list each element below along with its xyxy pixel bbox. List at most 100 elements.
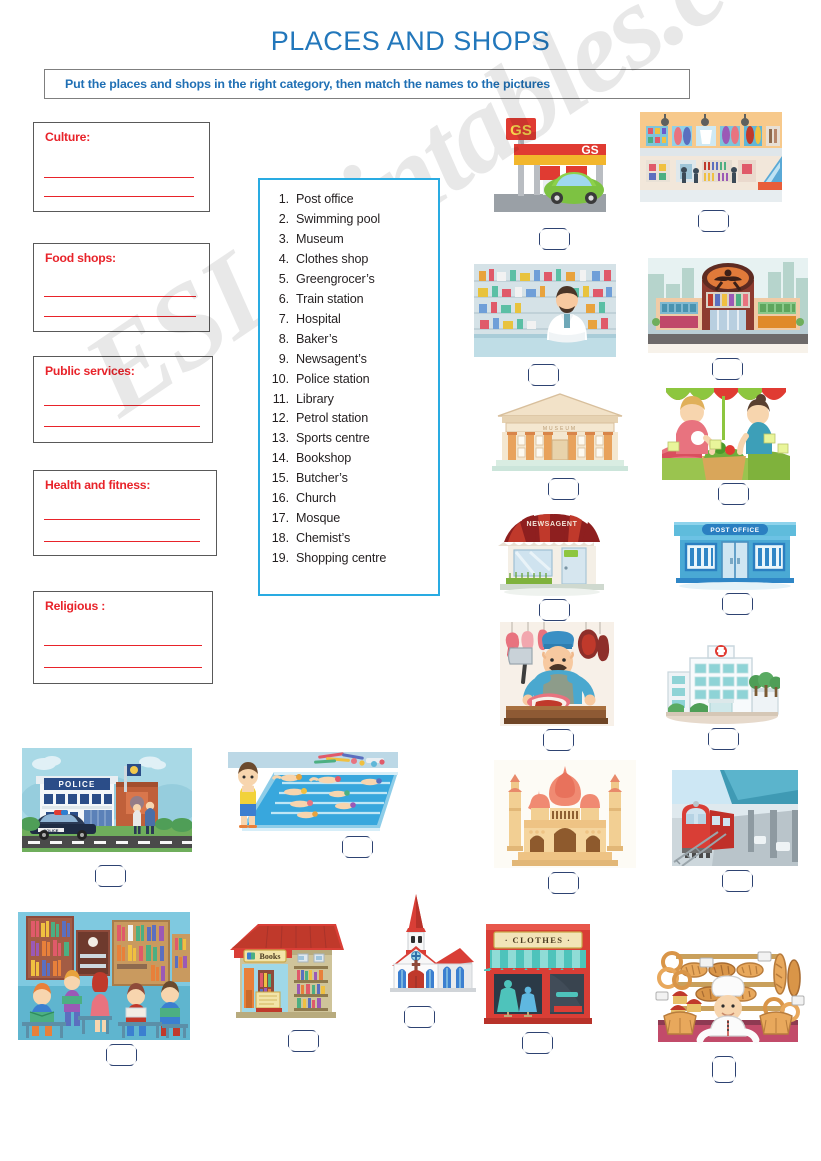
answer-box-petrol-station[interactable] [539,228,570,250]
baguettes-right [773,953,801,997]
word-list-number: 17. [271,511,289,526]
answer-line[interactable] [44,645,202,646]
answer-box-police-station[interactable] [95,865,126,887]
word-list-number: 9. [278,351,289,366]
word-list-item[interactable]: 3. Museum [260,230,438,250]
word-list-item[interactable]: 10. Police station [260,370,438,390]
answer-box-butchers[interactable] [543,729,574,751]
category-label: Health and fitness: [45,478,151,492]
category-box-food-shops: Food shops: [33,243,210,332]
picture-tile-church [376,890,476,1028]
answer-line[interactable] [44,296,196,297]
answer-box-mosque[interactable] [548,872,579,894]
answer-box-train-station[interactable] [722,870,753,892]
vendor-figure [737,394,772,455]
word-list-item[interactable]: 16. Church [260,489,438,509]
word-list-item[interactable]: 18. Chemist’s [260,529,438,549]
answer-line[interactable] [44,196,194,197]
greengrocers-illustration [662,388,790,480]
chemists-illustration [474,264,616,357]
word-list-item[interactable]: 12. Petrol station [260,409,438,429]
picture-tile-hospital [664,636,780,750]
category-box-public-services: Public services: [33,356,213,443]
word-list-label: Swimming pool [296,211,381,226]
word-list-number: 4. [278,251,289,266]
answer-box-newsagents[interactable] [539,599,570,621]
picture-tile-museum: MUSEUM [492,392,628,500]
clothes-sign: · CLOTHES · [505,935,571,945]
answer-box-chemists[interactable] [528,364,559,386]
word-list-label: Library [296,391,334,406]
museum-sign: MUSEUM [543,426,577,432]
answer-box-bakers[interactable] [712,1056,736,1083]
train-station-illustration [672,770,798,866]
answer-box-church[interactable] [404,1006,435,1028]
word-list-label: Butcher’s [296,471,348,486]
word-list-item[interactable]: 2. Swimming pool [260,210,438,230]
answer-box-library[interactable] [106,1044,137,1066]
category-box-health-and-fitness: Health and fitness: [33,470,217,556]
sports-centre-illustration [648,258,808,353]
police-sign: POLICE [59,780,96,789]
answer-line[interactable] [44,541,200,542]
museum-illustration: MUSEUM [492,393,628,471]
shopper-figure [676,396,716,455]
word-list-label: Clothes shop [296,251,369,266]
word-list-item[interactable]: 19. Shopping centre [260,549,438,569]
answer-line[interactable] [44,426,200,427]
category-label: Public services: [45,364,135,378]
answer-line[interactable] [44,405,200,406]
word-list-item[interactable]: 15. Butcher’s [260,469,438,489]
answer-box-post-office[interactable] [722,593,753,615]
word-list-item[interactable]: 11. Library [260,390,438,410]
word-list-item[interactable]: 17. Mosque [260,509,438,529]
word-list-box: 1. Post office 2. Swimming pool 3. Museum 4. Cl… [258,178,440,596]
word-list-item[interactable]: 8. Baker’s [260,330,438,350]
picture-tile-petrol-station: GS GS [490,110,610,250]
bakers-illustration [655,951,805,1044]
word-list-label: Newsagent’s [296,351,367,366]
word-list-number: 14. [271,451,289,466]
picture-tile-sports-centre [648,258,808,380]
answer-box-greengrocers[interactable] [718,483,749,505]
answer-box-bookshop[interactable] [288,1030,319,1052]
post-office-illustration: POST OFFICE [674,522,796,590]
word-list-number: 10. [271,371,289,386]
word-list-item[interactable]: 13. Sports centre [260,429,438,449]
answer-box-sports-centre[interactable] [712,358,743,380]
category-label: Culture: [45,130,91,144]
word-list-label: Mosque [296,511,341,526]
answer-line[interactable] [44,519,200,520]
word-list-label: Museum [296,231,344,246]
answer-line[interactable] [44,667,202,668]
answer-box-hospital[interactable] [708,728,739,750]
page-title: PLACES AND SHOPS [270,26,551,56]
picture-tile-chemists [474,264,616,386]
word-list-number: 7. [278,311,289,326]
answer-line[interactable] [44,316,196,317]
word-list-label: Shopping centre [296,551,387,566]
word-list-item[interactable]: 14. Bookshop [260,449,438,469]
word-list-label: Hospital [296,311,341,326]
word-list-item[interactable]: 6. Train station [260,290,438,310]
word-list-label: Chemist’s [296,531,351,546]
picture-tile-mosque [494,760,636,894]
bookshop-illustration: Books [230,924,344,1018]
word-list-item[interactable]: 9. Newsagent’s [260,350,438,370]
instruction-box: Put the places and shops in the right ca… [44,69,690,99]
newsagent-sign: NEWSAGENT [527,521,578,528]
word-list-item[interactable]: 1. Post office [260,190,438,210]
picture-tile-bookshop: Books [226,918,348,1052]
word-list-item[interactable]: 5. Greengrocer’s [260,270,438,290]
post-office-sign: POST OFFICE [710,527,759,534]
answer-box-clothes-shop[interactable] [522,1032,553,1054]
shopping-centre-illustration [640,112,782,202]
answer-box-shopping-centre[interactable] [698,210,729,232]
word-list-item[interactable]: 7. Hospital [260,310,438,330]
svg-text:GS: GS [510,122,532,139]
answer-box-swimming-pool[interactable] [342,836,373,858]
answer-box-museum[interactable] [548,478,579,500]
word-list-item[interactable]: 4. Clothes shop [260,250,438,270]
answer-line[interactable] [44,177,194,178]
word-list-number: 11. [272,391,289,406]
